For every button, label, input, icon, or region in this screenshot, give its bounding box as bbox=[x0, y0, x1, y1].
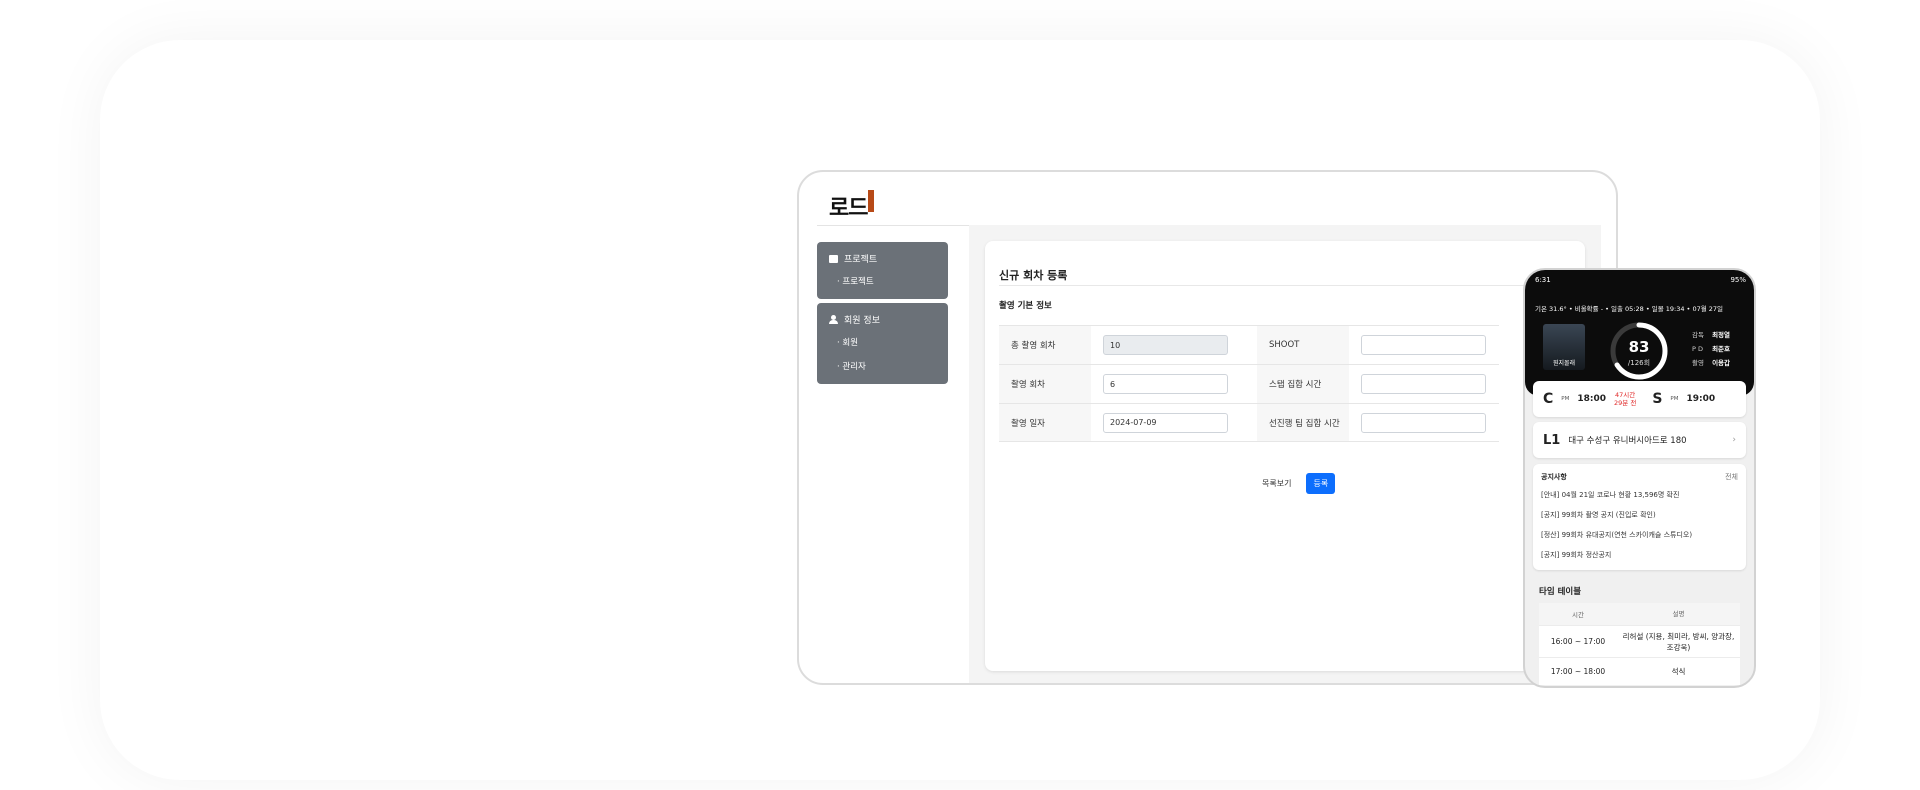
location-card[interactable]: L1 대구 수성구 유니버시아드로 180 › bbox=[1533, 422, 1746, 458]
field-label: 촬영 일자 bbox=[999, 404, 1091, 441]
sidebar-head-label: 회원 정보 bbox=[844, 316, 880, 326]
chevron-right-icon: › bbox=[1732, 435, 1736, 445]
poster-title: 뭔지몰래 bbox=[1552, 360, 1576, 367]
mobile-header: 6:31 95% 기온 31.6° • 비올확률 - • 일출 05:28 • … bbox=[1525, 270, 1754, 396]
admin-header: 로드 bbox=[817, 172, 1598, 226]
box-icon bbox=[829, 254, 838, 263]
timetable-header: 시간 설명 bbox=[1539, 603, 1740, 625]
page-title: 신규 회차 등록 bbox=[999, 269, 1068, 282]
table-row: 16:00 ~ 17:00 리허설 (지용, 최미라, 방씨, 양과장, 조강욱… bbox=[1539, 625, 1740, 657]
call-ampm: PM bbox=[1561, 396, 1570, 402]
remaining-time: 47시간 29분 전 bbox=[1614, 391, 1636, 407]
sidebar-item-admin[interactable]: · 관리자 bbox=[817, 354, 948, 378]
sidebar-item-member[interactable]: · 회원 bbox=[817, 330, 948, 354]
shoot-letter: S bbox=[1652, 391, 1663, 407]
location-address: 대구 수성구 유니버시아드로 180 bbox=[1568, 436, 1687, 446]
call-time: 18:00 bbox=[1577, 394, 1606, 404]
crew-name: 이용갑 bbox=[1712, 359, 1731, 367]
logo[interactable]: 로드 bbox=[829, 190, 875, 222]
poster-image[interactable]: 뭔지몰래 bbox=[1543, 324, 1585, 370]
sidebar-head-member[interactable]: 회원 정보 bbox=[817, 309, 948, 330]
timetable-head-time: 시간 bbox=[1572, 611, 1584, 619]
shoot-input[interactable] bbox=[1361, 335, 1486, 355]
weather-info: 기온 31.6° • 비올확률 - • 일출 05:28 • 일몰 19:34 … bbox=[1535, 305, 1724, 313]
timetable-desc: 석식 bbox=[1671, 667, 1686, 676]
field-label: SHOOT bbox=[1257, 326, 1349, 364]
sidebar-item-label: 회원 bbox=[842, 338, 859, 348]
divider bbox=[999, 285, 1585, 286]
notice-title: 공지사항 bbox=[1541, 473, 1567, 481]
user-icon bbox=[829, 315, 838, 324]
sidebar-head-label: 프로젝트 bbox=[844, 255, 878, 265]
notice-item[interactable]: [공지] 99회차 정산공지 bbox=[1541, 550, 1738, 560]
crew-row: P D 최준호 bbox=[1692, 342, 1730, 356]
sidebar-item-label: 프로젝트 bbox=[842, 277, 874, 287]
crew-row: 촬영 이용갑 bbox=[1692, 356, 1730, 370]
battery-level: 95% bbox=[1730, 276, 1746, 284]
notice-item[interactable]: [정산] 99회차 유대공지(연천 스카이캐슬 스튜디오) bbox=[1541, 530, 1738, 540]
table-row: 17:00 ~ 18:00 석식 bbox=[1539, 657, 1740, 685]
notice-card: 공지사항 전체 [안내] 04월 21일 코로나 현황 13,596명 확진 [… bbox=[1533, 464, 1746, 570]
remaining-line: 47시간 bbox=[1615, 391, 1636, 399]
episode-count: 83 bbox=[1628, 338, 1650, 356]
remaining-line: 29분 전 bbox=[1614, 399, 1637, 407]
sidebar-group-member: 회원 정보 · 회원 · 관리자 bbox=[817, 303, 948, 384]
form-row: 촬영 회차 6 스탭 집합 시간 bbox=[999, 364, 1499, 403]
form-row: 촬영 일자 2024-07-09 선진행 팀 집합 시간 bbox=[999, 403, 1499, 442]
timetable-time: 17:00 ~ 18:00 bbox=[1550, 667, 1606, 676]
crew-name: 최정열 bbox=[1712, 331, 1731, 339]
sidebar-item-project[interactable]: · 프로젝트 bbox=[817, 269, 948, 293]
advance-team-call-time-input[interactable] bbox=[1361, 412, 1486, 433]
content-area: 신규 회차 등록 촬영 기본 정보 총 촬영 회차 10 SHOOT 촬영 회차… bbox=[969, 225, 1601, 683]
crew-role: P D bbox=[1692, 345, 1703, 353]
shoot-ampm: PM bbox=[1670, 396, 1679, 402]
submit-button[interactable]: 등록 bbox=[1306, 473, 1336, 494]
staff-call-time-input[interactable] bbox=[1361, 374, 1486, 394]
field-label: 선진행 팀 집합 시간 bbox=[1257, 404, 1349, 441]
notice-item[interactable]: [안내] 04월 21일 코로나 현황 13,596명 확진 bbox=[1541, 490, 1738, 500]
sidebar: 프로젝트 · 프로젝트 회원 정보 · 회원 · 관리자 bbox=[817, 242, 948, 388]
crew-role: 촬영 bbox=[1692, 359, 1704, 367]
sidebar-item-label: 관리자 bbox=[842, 362, 866, 372]
form-grid: 총 촬영 회차 10 SHOOT 촬영 회차 6 스탭 집합 시간 촬영 일자 … bbox=[999, 325, 1499, 442]
timetable: 시간 설명 16:00 ~ 17:00 리허설 (지용, 최미라, 방씨, 양과… bbox=[1539, 603, 1740, 685]
timetable-title: 타임 테이블 bbox=[1539, 587, 1582, 597]
sidebar-group-project: 프로젝트 · 프로젝트 bbox=[817, 242, 948, 299]
timetable-time: 16:00 ~ 17:00 bbox=[1550, 637, 1606, 646]
shoot-date-input[interactable]: 2024-07-09 bbox=[1103, 412, 1228, 433]
crew-row: 감독 최정열 bbox=[1692, 328, 1730, 342]
button-row: 목록보기 등록 bbox=[1255, 473, 1336, 494]
section-title: 촬영 기본 정보 bbox=[999, 301, 1052, 311]
timetable-head-desc: 설명 bbox=[1672, 609, 1685, 618]
sidebar-head-project[interactable]: 프로젝트 bbox=[817, 248, 948, 269]
call-time-card[interactable]: C PM 18:00 47시간 29분 전 S PM 19:00 bbox=[1533, 381, 1746, 417]
field-label: 스탭 집합 시간 bbox=[1257, 365, 1349, 403]
status-bar: 6:31 95% bbox=[1535, 276, 1746, 284]
status-time: 6:31 bbox=[1535, 276, 1551, 284]
notice-item[interactable]: [공지] 99회차 촬영 공지 (진입로 확인) bbox=[1541, 510, 1738, 520]
episode-input[interactable]: 6 bbox=[1103, 374, 1228, 394]
crew-name: 최준호 bbox=[1712, 345, 1731, 353]
admin-window: 로드 프로젝트 · 프로젝트 회원 정보 · 회원 · 관리자 신규 회차 등록… bbox=[797, 170, 1618, 685]
crew-role: 감독 bbox=[1692, 331, 1704, 339]
notice-all-link[interactable]: 전체 bbox=[1725, 472, 1738, 482]
timetable-desc: 리허설 (지용, 최미라, 방씨, 양과장, 조강욱) bbox=[1622, 631, 1735, 652]
total-episodes-input[interactable]: 10 bbox=[1103, 335, 1228, 355]
location-code: L1 bbox=[1543, 432, 1561, 448]
mobile-app: 6:31 95% 기온 31.6° • 비올확률 - • 일출 05:28 • … bbox=[1523, 268, 1756, 688]
list-button[interactable]: 목록보기 bbox=[1255, 473, 1299, 494]
field-label: 총 촬영 회차 bbox=[999, 326, 1091, 364]
logo-text: 로드 bbox=[829, 196, 868, 221]
shoot-time: 19:00 bbox=[1686, 394, 1716, 404]
form-row: 총 촬영 회차 10 SHOOT bbox=[999, 325, 1499, 364]
episode-total: /126회 bbox=[1627, 359, 1651, 367]
field-label: 촬영 회차 bbox=[999, 365, 1091, 403]
form-card: 신규 회차 등록 촬영 기본 정보 총 촬영 회차 10 SHOOT 촬영 회차… bbox=[985, 241, 1585, 671]
logo-accent-bar bbox=[868, 190, 875, 212]
crew-list: 감독 최정열 P D 최준호 촬영 이용갑 bbox=[1692, 328, 1730, 370]
call-letter: C bbox=[1543, 391, 1554, 407]
notice-header: 공지사항 전체 bbox=[1541, 472, 1738, 482]
